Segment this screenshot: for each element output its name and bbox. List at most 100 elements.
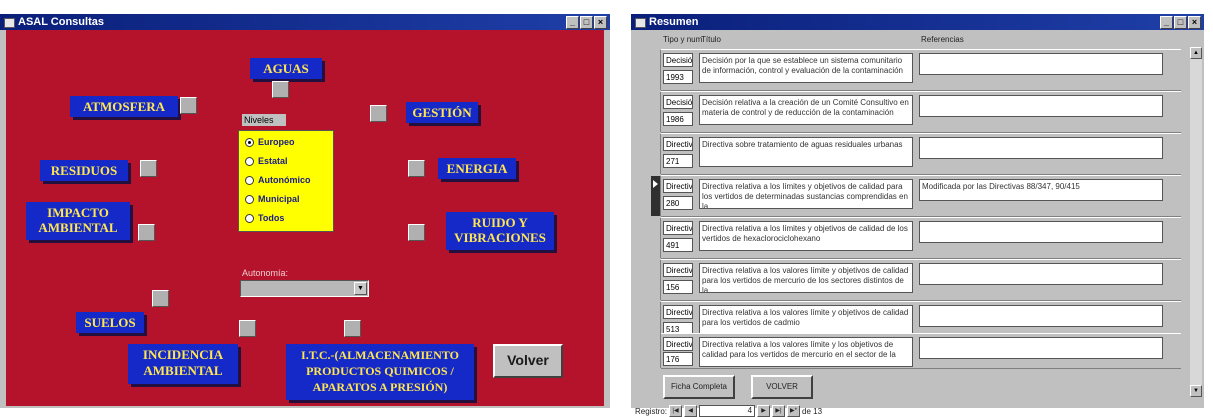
category-atmosfera-button[interactable] bbox=[180, 97, 197, 114]
category-gestion-button[interactable] bbox=[370, 105, 387, 122]
niveles-option-municipal[interactable]: Municipal bbox=[245, 192, 300, 206]
record-selector[interactable] bbox=[651, 134, 661, 174]
resumen-window: Resumen _ □ × Tipo y num Título Referenc… bbox=[631, 14, 1204, 417]
record-titulo-field[interactable]: Directiva sobre tratamiento de aguas res… bbox=[699, 137, 913, 167]
record-row[interactable]: Directiva 491 Directiva relativa a los l… bbox=[651, 217, 1181, 259]
app-icon bbox=[635, 18, 646, 28]
record-tipo-field[interactable]: Directiva bbox=[663, 221, 693, 235]
niveles-option-estatal[interactable]: Estatal bbox=[245, 154, 288, 168]
category-incidencia-button[interactable] bbox=[239, 320, 256, 337]
minimize-icon[interactable]: _ bbox=[566, 16, 579, 29]
record-referencias-field[interactable]: Modificada por las Directivas 88/347, 90… bbox=[919, 179, 1163, 201]
record-row[interactable]: Directiva 271 Directiva sobre tratamient… bbox=[651, 133, 1181, 175]
category-aguas-label: AGUAS bbox=[250, 58, 322, 79]
close-icon[interactable]: × bbox=[1188, 16, 1201, 29]
record-tipo-field[interactable]: Directiva bbox=[663, 305, 693, 319]
record-number-input[interactable]: 4 bbox=[699, 405, 756, 417]
autonomia-label: Autonomía: bbox=[242, 268, 289, 278]
record-tipo-field[interactable]: Decisión bbox=[663, 95, 693, 109]
record-num-field[interactable]: 491 bbox=[663, 238, 693, 252]
record-selector[interactable] bbox=[651, 50, 661, 90]
radio-icon[interactable] bbox=[245, 214, 254, 224]
maximize-icon[interactable]: □ bbox=[580, 16, 593, 29]
record-tipo-field[interactable]: Directiva bbox=[663, 263, 693, 277]
consultas-window: ASAL Consultas _ □ × AGUAS ATMOSFERA GES… bbox=[0, 14, 610, 408]
record-num-field[interactable]: 280 bbox=[663, 196, 693, 210]
chevron-down-icon[interactable]: ▼ bbox=[354, 282, 367, 295]
category-suelos-button[interactable] bbox=[152, 290, 169, 307]
record-tipo-field[interactable]: Directiva bbox=[663, 137, 693, 151]
category-atmosfera-label: ATMOSFERA bbox=[70, 96, 178, 117]
record-titulo-field[interactable]: Directiva relativa a los límites y objet… bbox=[699, 221, 913, 251]
consultas-titlebar: ASAL Consultas _ □ × bbox=[0, 14, 610, 30]
category-impacto-button[interactable] bbox=[138, 224, 155, 241]
current-record-icon[interactable] bbox=[651, 176, 661, 216]
record-titulo-field[interactable]: Directiva relativa a los valores límite … bbox=[699, 305, 913, 335]
next-record-icon[interactable]: ▶ bbox=[757, 405, 771, 417]
category-residuos-button[interactable] bbox=[140, 160, 157, 177]
category-incidencia-label: INCIDENCIA AMBIENTAL bbox=[128, 344, 238, 384]
autonomia-select[interactable]: ▼ bbox=[240, 280, 369, 297]
vertical-scrollbar[interactable]: ▲ ▼ bbox=[1190, 47, 1202, 397]
category-ltc-button[interactable] bbox=[344, 320, 361, 337]
record-num-field[interactable]: 1993 bbox=[663, 70, 693, 84]
record-referencias-field[interactable] bbox=[919, 305, 1163, 327]
record-selector[interactable] bbox=[651, 334, 661, 368]
category-energia-button[interactable] bbox=[408, 160, 425, 177]
record-num-field[interactable]: 156 bbox=[663, 280, 693, 294]
record-referencias-field[interactable] bbox=[919, 137, 1163, 159]
record-selector[interactable] bbox=[651, 218, 661, 258]
category-aguas-button[interactable] bbox=[272, 81, 289, 98]
ficha-completa-button[interactable]: Ficha Completa bbox=[663, 375, 735, 399]
niveles-option-todos[interactable]: Todos bbox=[245, 211, 284, 225]
record-num-field[interactable]: 1986 bbox=[663, 112, 693, 126]
close-icon[interactable]: × bbox=[594, 16, 607, 29]
column-header-tipo: Tipo y num bbox=[663, 35, 703, 44]
record-referencias-field[interactable] bbox=[919, 337, 1163, 359]
record-num-field[interactable]: 176 bbox=[663, 352, 693, 366]
record-row[interactable]: Decisión 1993 Decisión por la que se est… bbox=[651, 49, 1181, 91]
resumen-title: Resumen bbox=[649, 16, 699, 28]
radio-icon[interactable] bbox=[245, 157, 254, 167]
record-row[interactable]: Directiva 280 Directiva relativa a los l… bbox=[651, 175, 1181, 217]
prev-record-icon[interactable]: ◀ bbox=[684, 405, 698, 417]
record-titulo-field[interactable]: Directiva relativa a los límites y objet… bbox=[699, 179, 913, 209]
column-header-titulo: Título bbox=[701, 35, 722, 44]
record-titulo-field[interactable]: Directiva relativa a los valores límite … bbox=[699, 263, 913, 293]
volver-button[interactable]: Volver bbox=[493, 344, 563, 378]
last-record-icon[interactable]: ▶| bbox=[772, 405, 786, 417]
niveles-title: Niveles bbox=[242, 114, 286, 126]
niveles-option-europeo[interactable]: Europeo bbox=[245, 135, 295, 149]
first-record-icon[interactable]: |◀ bbox=[669, 405, 683, 417]
scroll-up-icon[interactable]: ▲ bbox=[1190, 47, 1202, 59]
radio-selected-icon[interactable] bbox=[245, 138, 254, 148]
scroll-down-icon[interactable]: ▼ bbox=[1190, 385, 1202, 397]
record-titulo-field[interactable]: Decisión por la que se establece un sist… bbox=[699, 53, 913, 83]
maximize-icon[interactable]: □ bbox=[1174, 16, 1187, 29]
record-row[interactable]: Directiva 176 Directiva relativa a los v… bbox=[651, 333, 1181, 369]
new-record-icon[interactable]: ▶* bbox=[787, 405, 801, 417]
record-tipo-field[interactable]: Directiva bbox=[663, 337, 693, 351]
record-row[interactable]: Directiva 156 Directiva relativa a los v… bbox=[651, 259, 1181, 301]
resumen-body: Tipo y num Título Referencias Decisión 1… bbox=[633, 31, 1202, 417]
record-referencias-field[interactable] bbox=[919, 263, 1163, 285]
record-num-field[interactable]: 271 bbox=[663, 154, 693, 168]
niveles-option-autonomico[interactable]: Autonómico bbox=[245, 173, 311, 187]
record-referencias-field[interactable] bbox=[919, 53, 1163, 75]
record-selector[interactable] bbox=[651, 92, 661, 132]
category-ltc-label: I.T.C.-(ALMACENAMIENTO PRODUCTOS QUIMICO… bbox=[286, 344, 474, 400]
record-tipo-field[interactable]: Decisión bbox=[663, 53, 693, 67]
record-row[interactable]: Decisión 1986 Decisión relativa a la cre… bbox=[651, 91, 1181, 133]
volver-button[interactable]: VOLVER bbox=[751, 375, 813, 399]
record-referencias-field[interactable] bbox=[919, 95, 1163, 117]
record-selector[interactable] bbox=[651, 260, 661, 300]
record-titulo-field[interactable]: Directiva relativa a los valores límite … bbox=[699, 337, 913, 367]
category-ruido-label: RUIDO Y VIBRACIONES bbox=[446, 212, 554, 250]
radio-icon[interactable] bbox=[245, 176, 254, 186]
record-referencias-field[interactable] bbox=[919, 221, 1163, 243]
radio-icon[interactable] bbox=[245, 195, 254, 205]
record-tipo-field[interactable]: Directiva bbox=[663, 179, 693, 193]
minimize-icon[interactable]: _ bbox=[1160, 16, 1173, 29]
record-titulo-field[interactable]: Decisión relativa a la creación de un Co… bbox=[699, 95, 913, 125]
category-ruido-button[interactable] bbox=[408, 224, 425, 241]
